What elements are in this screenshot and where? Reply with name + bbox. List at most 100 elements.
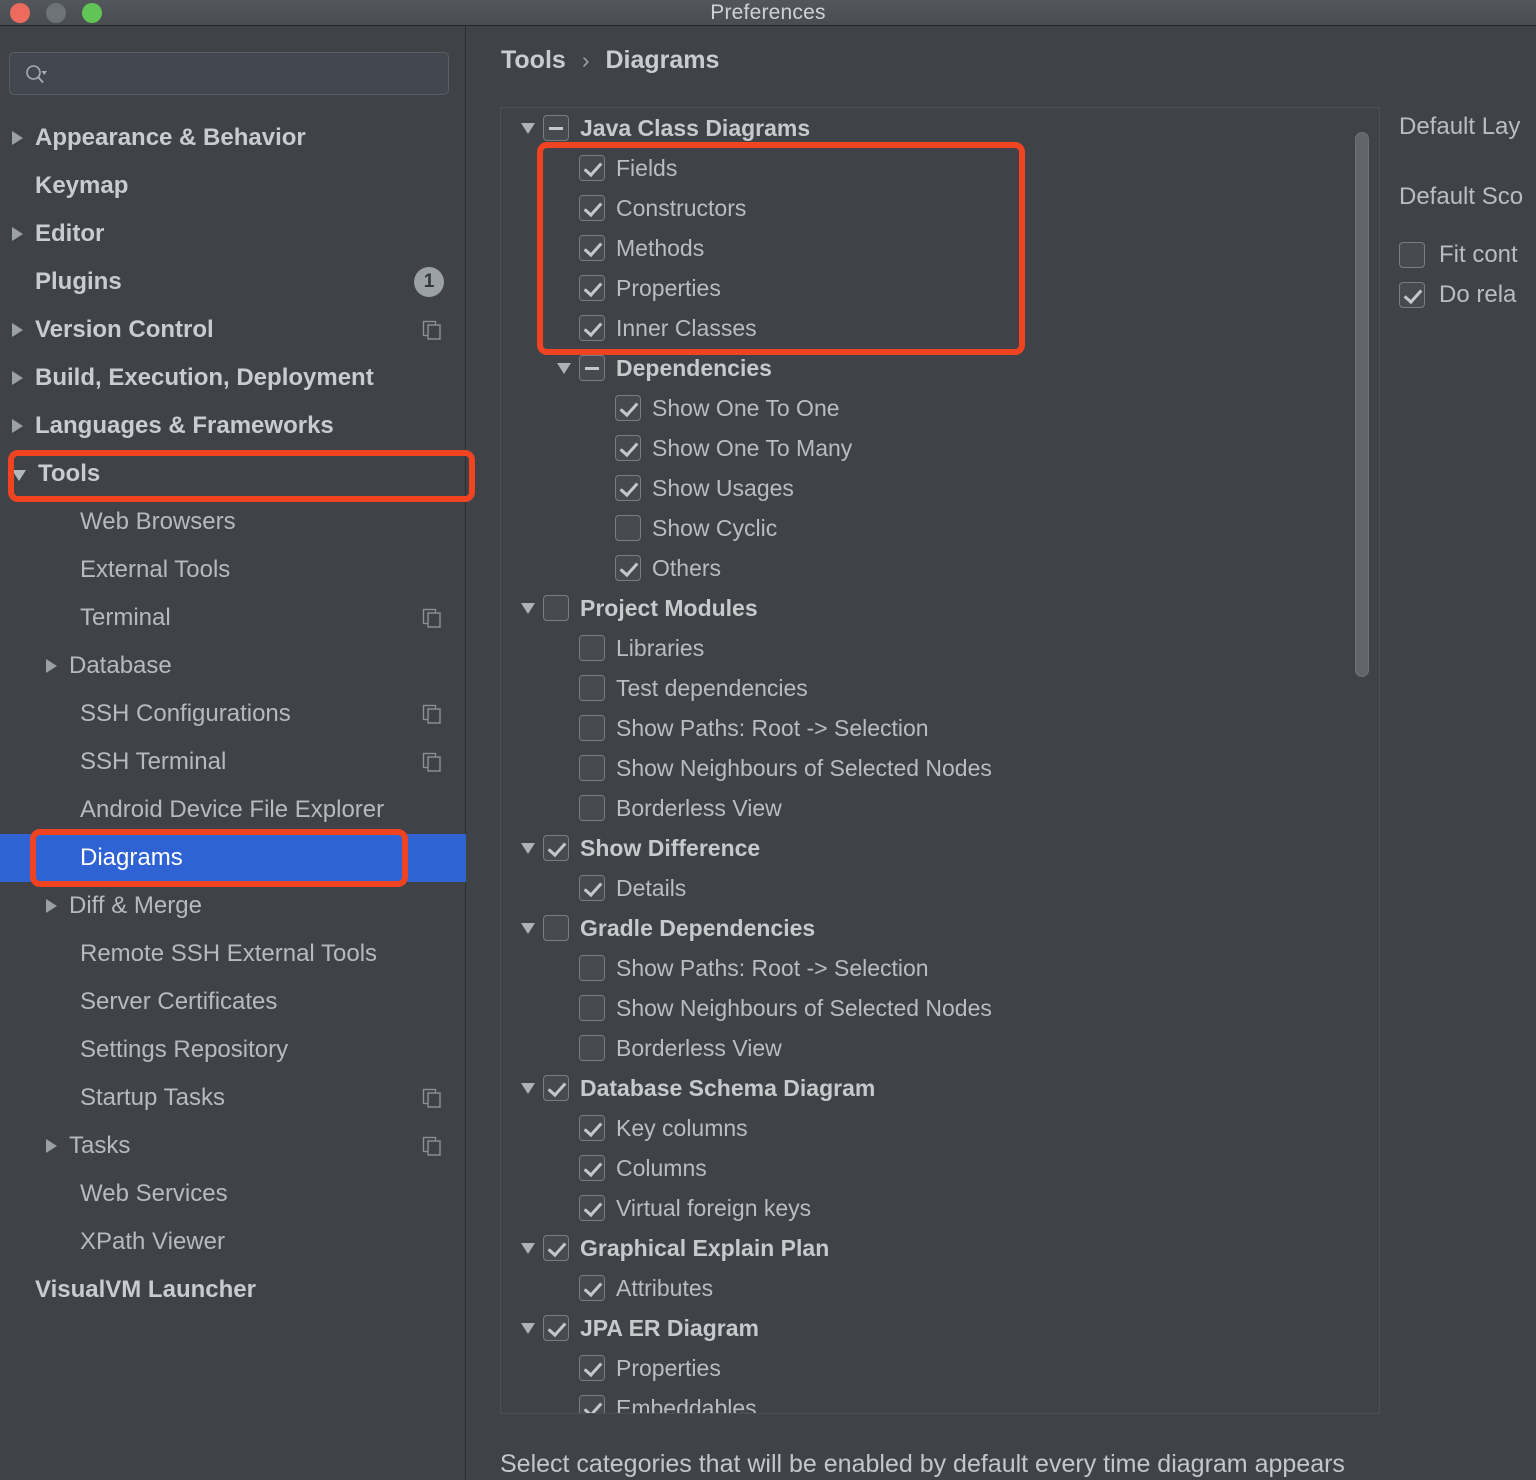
tree-row-checkbox[interactable] xyxy=(543,835,569,861)
sidebar-item-server-certificates[interactable]: Server Certificates xyxy=(0,978,466,1026)
tree-row-checkbox[interactable] xyxy=(579,315,605,341)
chevron-right-icon[interactable] xyxy=(46,1139,57,1153)
fit-content-row[interactable]: Fit cont xyxy=(1399,235,1536,275)
tree-row[interactable]: Dependencies xyxy=(501,348,1379,388)
tree-row-checkbox[interactable] xyxy=(615,395,641,421)
sidebar-item-tools[interactable]: Tools xyxy=(0,450,466,498)
tree-row-checkbox[interactable] xyxy=(579,195,605,221)
tree-row-checkbox[interactable] xyxy=(615,475,641,501)
tree-row[interactable]: Borderless View xyxy=(501,788,1379,828)
chevron-down-icon[interactable] xyxy=(513,1242,543,1254)
tree-row[interactable]: Columns xyxy=(501,1148,1379,1188)
tree-row-checkbox[interactable] xyxy=(543,915,569,941)
sidebar-item-xpath-viewer[interactable]: XPath Viewer xyxy=(0,1218,466,1266)
chevron-down-icon[interactable] xyxy=(549,362,579,374)
tree-row-checkbox[interactable] xyxy=(579,755,605,781)
sidebar-item-ssh-configurations[interactable]: SSH Configurations xyxy=(0,690,466,738)
copy-icon[interactable] xyxy=(422,704,442,724)
sidebar-item-version-control[interactable]: Version Control xyxy=(0,306,466,354)
tree-row-checkbox[interactable] xyxy=(579,715,605,741)
fit-content-checkbox[interactable] xyxy=(1399,242,1425,268)
chevron-right-icon[interactable] xyxy=(12,419,23,433)
sidebar-item-database[interactable]: Database xyxy=(0,642,466,690)
tree-row-checkbox[interactable] xyxy=(579,355,605,381)
tree-row-checkbox[interactable] xyxy=(579,1195,605,1221)
tree-row-checkbox[interactable] xyxy=(543,1235,569,1261)
sidebar-item-external-tools[interactable]: External Tools xyxy=(0,546,466,594)
chevron-right-icon[interactable] xyxy=(12,227,23,241)
tree-row-checkbox[interactable] xyxy=(579,875,605,901)
tree-row[interactable]: Borderless View xyxy=(501,1028,1379,1068)
tree-row[interactable]: Properties xyxy=(501,268,1379,308)
tree-row[interactable]: Properties xyxy=(501,1348,1379,1388)
sidebar-item-web-services[interactable]: Web Services xyxy=(0,1170,466,1218)
do-relayout-checkbox[interactable] xyxy=(1399,282,1425,308)
tree-row-checkbox[interactable] xyxy=(579,1155,605,1181)
sidebar-item-plugins[interactable]: Plugins 1 xyxy=(0,258,466,306)
copy-icon[interactable] xyxy=(422,1088,442,1108)
tree-scrollbar[interactable] xyxy=(1353,114,1371,1407)
tree-row-checkbox[interactable] xyxy=(543,595,569,621)
tree-row[interactable]: Inner Classes xyxy=(501,308,1379,348)
tree-row[interactable]: Key columns xyxy=(501,1108,1379,1148)
tree-row[interactable]: Database Schema Diagram xyxy=(501,1068,1379,1108)
sidebar-item-languages-frameworks[interactable]: Languages & Frameworks xyxy=(0,402,466,450)
tree-row-checkbox[interactable] xyxy=(543,1315,569,1341)
tree-row[interactable]: Libraries xyxy=(501,628,1379,668)
sidebar-item-visualvm-launcher[interactable]: VisualVM Launcher xyxy=(0,1266,466,1314)
copy-icon[interactable] xyxy=(422,1136,442,1156)
tree-row-checkbox[interactable] xyxy=(579,995,605,1021)
tree-row[interactable]: Show Neighbours of Selected Nodes xyxy=(501,748,1379,788)
tree-row[interactable]: Show Paths: Root -> Selection xyxy=(501,708,1379,748)
tree-row-checkbox[interactable] xyxy=(579,235,605,261)
tree-row[interactable]: Show Difference xyxy=(501,828,1379,868)
do-relayout-row[interactable]: Do rela xyxy=(1399,275,1536,315)
tree-row[interactable]: Show Cyclic xyxy=(501,508,1379,548)
sidebar-item-ssh-terminal[interactable]: SSH Terminal xyxy=(0,738,466,786)
tree-row[interactable]: Gradle Dependencies xyxy=(501,908,1379,948)
tree-row-checkbox[interactable] xyxy=(579,1355,605,1381)
chevron-right-icon[interactable] xyxy=(12,371,23,385)
tree-row[interactable]: Virtual foreign keys xyxy=(501,1188,1379,1228)
tree-row[interactable]: Attributes xyxy=(501,1268,1379,1308)
sidebar-item-android-device-file-explorer[interactable]: Android Device File Explorer xyxy=(0,786,466,834)
tree-row[interactable]: Embeddables xyxy=(501,1388,1379,1413)
chevron-down-icon[interactable] xyxy=(513,1082,543,1094)
tree-row-checkbox[interactable] xyxy=(579,275,605,301)
tree-row[interactable]: Fields xyxy=(501,148,1379,188)
chevron-right-icon[interactable] xyxy=(46,899,57,913)
tree-row-checkbox[interactable] xyxy=(615,515,641,541)
sidebar-item-build-execution-deployment[interactable]: Build, Execution, Deployment xyxy=(0,354,466,402)
tree-row-checkbox[interactable] xyxy=(579,155,605,181)
sidebar-item-diff-merge[interactable]: Diff & Merge xyxy=(0,882,466,930)
sidebar-item-web-browsers[interactable]: Web Browsers xyxy=(0,498,466,546)
tree-row[interactable]: Methods xyxy=(501,228,1379,268)
sidebar-item-terminal[interactable]: Terminal xyxy=(0,594,466,642)
tree-row[interactable]: Graphical Explain Plan xyxy=(501,1228,1379,1268)
tree-row[interactable]: Others xyxy=(501,548,1379,588)
sidebar-item-remote-ssh-external-tools[interactable]: Remote SSH External Tools xyxy=(0,930,466,978)
chevron-down-icon[interactable] xyxy=(513,122,543,134)
chevron-down-icon[interactable] xyxy=(513,842,543,854)
chevron-down-icon[interactable] xyxy=(513,1322,543,1334)
sidebar-item-diagrams[interactable]: Diagrams xyxy=(0,834,466,882)
tree-row[interactable]: Java Class Diagrams xyxy=(501,108,1379,148)
tree-row-checkbox[interactable] xyxy=(579,1395,605,1413)
chevron-right-icon[interactable] xyxy=(12,131,23,145)
breadcrumb-parent[interactable]: Tools xyxy=(501,46,566,75)
chevron-down-icon[interactable] xyxy=(513,922,543,934)
tree-row[interactable]: Project Modules xyxy=(501,588,1379,628)
tree-scrollbar-thumb[interactable] xyxy=(1355,132,1369,677)
tree-row-checkbox[interactable] xyxy=(615,555,641,581)
tree-row[interactable]: Show Neighbours of Selected Nodes xyxy=(501,988,1379,1028)
tree-row[interactable]: Constructors xyxy=(501,188,1379,228)
tree-row-checkbox[interactable] xyxy=(579,955,605,981)
sidebar-item-appearance-behavior[interactable]: Appearance & Behavior xyxy=(0,114,466,162)
tree-row-checkbox[interactable] xyxy=(579,635,605,661)
copy-icon[interactable] xyxy=(422,608,442,628)
search-input[interactable] xyxy=(9,52,449,95)
copy-icon[interactable] xyxy=(422,320,442,340)
tree-row[interactable]: Test dependencies xyxy=(501,668,1379,708)
tree-row-checkbox[interactable] xyxy=(579,795,605,821)
sidebar-item-settings-repository[interactable]: Settings Repository xyxy=(0,1026,466,1074)
